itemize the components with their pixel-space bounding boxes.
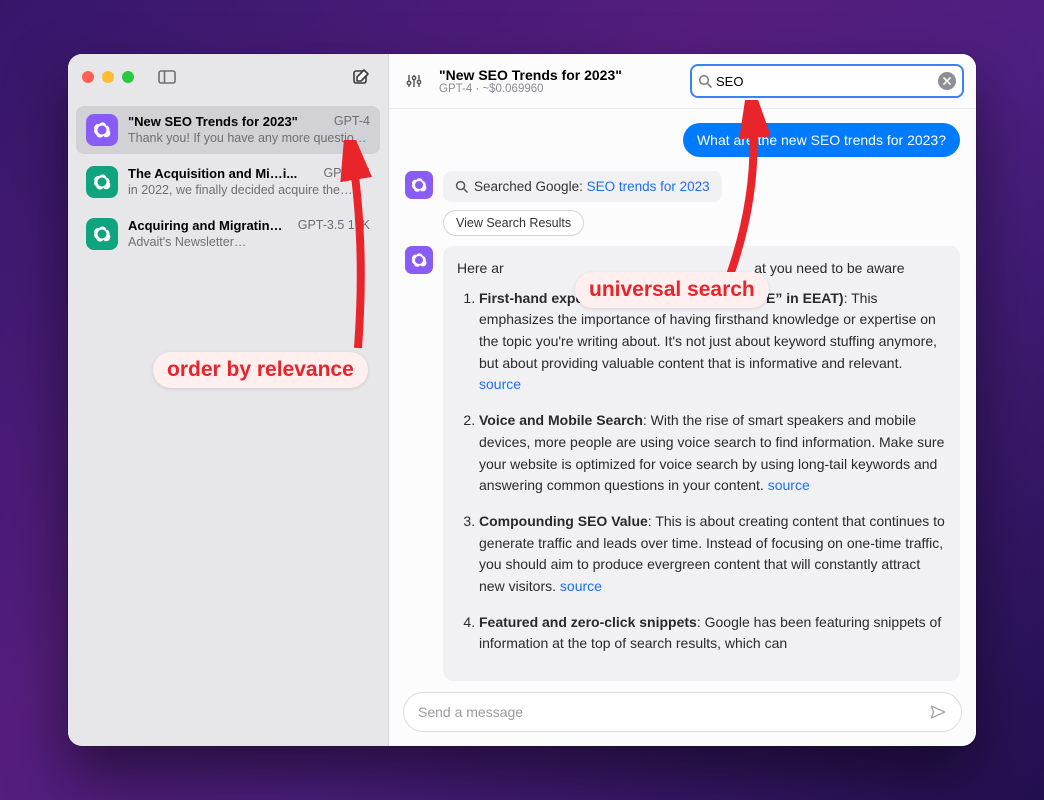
search-input[interactable] xyxy=(712,74,938,89)
composer: Send a message xyxy=(389,682,976,746)
conversation-title: "New SEO Trends for 2023" xyxy=(128,114,298,129)
conversation-header: "New SEO Trends for 2023" GPT-4 · ~$0.06… xyxy=(439,67,678,95)
searched-query-link[interactable]: SEO trends for 2023 xyxy=(587,179,710,194)
search-icon xyxy=(455,180,468,193)
search-icon xyxy=(698,74,712,88)
conversation-preview: in 2022, we finally decided acquire the… xyxy=(128,183,370,197)
new-chat-button[interactable] xyxy=(348,64,374,90)
conversation-title: The Acquisition and Mi…i... xyxy=(128,166,297,181)
openai-icon xyxy=(93,225,111,243)
sidebar: "New SEO Trends for 2023" GPT-4 Thank you!… xyxy=(68,54,389,746)
conversation-preview: Advait's Newsletter… xyxy=(128,235,370,249)
zoom-window-button[interactable] xyxy=(122,71,134,83)
conversation-icon xyxy=(86,166,118,198)
conversation-icon xyxy=(86,218,118,250)
message-input[interactable]: Send a message xyxy=(403,692,962,732)
user-message: What are the new SEO trends for 2023? xyxy=(683,123,960,157)
main-pane: "New SEO Trends for 2023" GPT-4 · ~$0.06… xyxy=(389,54,976,746)
point-title: Compounding SEO Value xyxy=(479,513,648,529)
close-icon xyxy=(943,77,951,85)
source-link[interactable]: source xyxy=(479,376,521,392)
conversation-item[interactable]: The Acquisition and Mi…i... GPT-3.5 in 202… xyxy=(76,158,380,206)
point-title: Featured and zero-click snippets xyxy=(479,614,697,630)
source-link[interactable]: source xyxy=(768,477,810,493)
message-input-placeholder: Send a message xyxy=(418,704,929,720)
conversation-model: GPT-3.5 16K xyxy=(298,218,370,233)
conversation-model: GPT-3.5 xyxy=(323,166,370,181)
search-result-chip: Searched Google: SEO trends for 2023 xyxy=(443,171,722,202)
assistant-message-row: Here ar XXXXXXXXXXXXXXXXXXXXXXXXXX at yo… xyxy=(405,246,960,681)
conversation-model: GPT-4 xyxy=(334,114,370,129)
point-title: Voice and Mobile Search xyxy=(479,412,643,428)
conversation-subtitle: GPT-4 · ~$0.069960 xyxy=(439,83,678,95)
search-field[interactable] xyxy=(690,64,964,98)
main-toolbar: "New SEO Trends for 2023" GPT-4 · ~$0.06… xyxy=(389,54,976,109)
list-item: Featured and zero-click snippets: Google… xyxy=(479,612,946,655)
source-link[interactable]: source xyxy=(560,578,602,594)
close-window-button[interactable] xyxy=(82,71,94,83)
compose-icon xyxy=(352,68,370,86)
intro-before: Here ar xyxy=(457,260,504,276)
searched-prefix: Searched Google: xyxy=(474,179,587,194)
traffic-lights xyxy=(82,71,134,83)
openai-icon xyxy=(93,173,111,191)
clear-search-button[interactable] xyxy=(938,72,956,90)
list-item: Compounding SEO Value: This is about cre… xyxy=(479,511,946,598)
conversation-item[interactable]: "New SEO Trends for 2023" GPT-4 Thank you!… xyxy=(76,106,380,154)
openai-icon xyxy=(411,252,427,268)
openai-icon xyxy=(93,121,111,139)
sliders-icon xyxy=(406,73,422,89)
sidebar-icon xyxy=(158,70,176,84)
minimize-window-button[interactable] xyxy=(102,71,114,83)
view-search-results-button[interactable]: View Search Results xyxy=(443,210,584,236)
conversation-icon xyxy=(86,114,118,146)
list-item: Voice and Mobile Search: With the rise o… xyxy=(479,410,946,497)
sidebar-toolbar xyxy=(68,54,388,100)
assistant-avatar xyxy=(405,171,433,199)
assistant-search-row: Searched Google: SEO trends for 2023 Vie… xyxy=(405,171,960,236)
send-icon xyxy=(929,703,947,721)
list-item: First-hand experience on a topic (the ne… xyxy=(479,288,946,396)
chat-messages: What are the new SEO trends for 2023? Se… xyxy=(389,109,976,682)
openai-icon xyxy=(411,177,427,193)
point-title: First-hand experience on a topic (the ne… xyxy=(479,290,844,306)
conversation-item[interactable]: Acquiring and Migratin… GPT-3.5 16K Advait… xyxy=(76,210,380,258)
assistant-message: Here ar XXXXXXXXXXXXXXXXXXXXXXXXXX at yo… xyxy=(443,246,960,681)
conversation-title: "New SEO Trends for 2023" xyxy=(439,67,678,83)
conversation-settings-button[interactable] xyxy=(401,68,427,94)
conversation-preview: Thank you! If you have any more questio… xyxy=(128,131,370,145)
conversation-list: "New SEO Trends for 2023" GPT-4 Thank you!… xyxy=(68,100,388,264)
conversation-title: Acquiring and Migratin… xyxy=(128,218,283,233)
toggle-sidebar-button[interactable] xyxy=(154,64,180,90)
assistant-avatar xyxy=(405,246,433,274)
intro-after: at you need to be aware xyxy=(754,260,904,276)
app-window: "New SEO Trends for 2023" GPT-4 Thank you!… xyxy=(68,54,976,746)
